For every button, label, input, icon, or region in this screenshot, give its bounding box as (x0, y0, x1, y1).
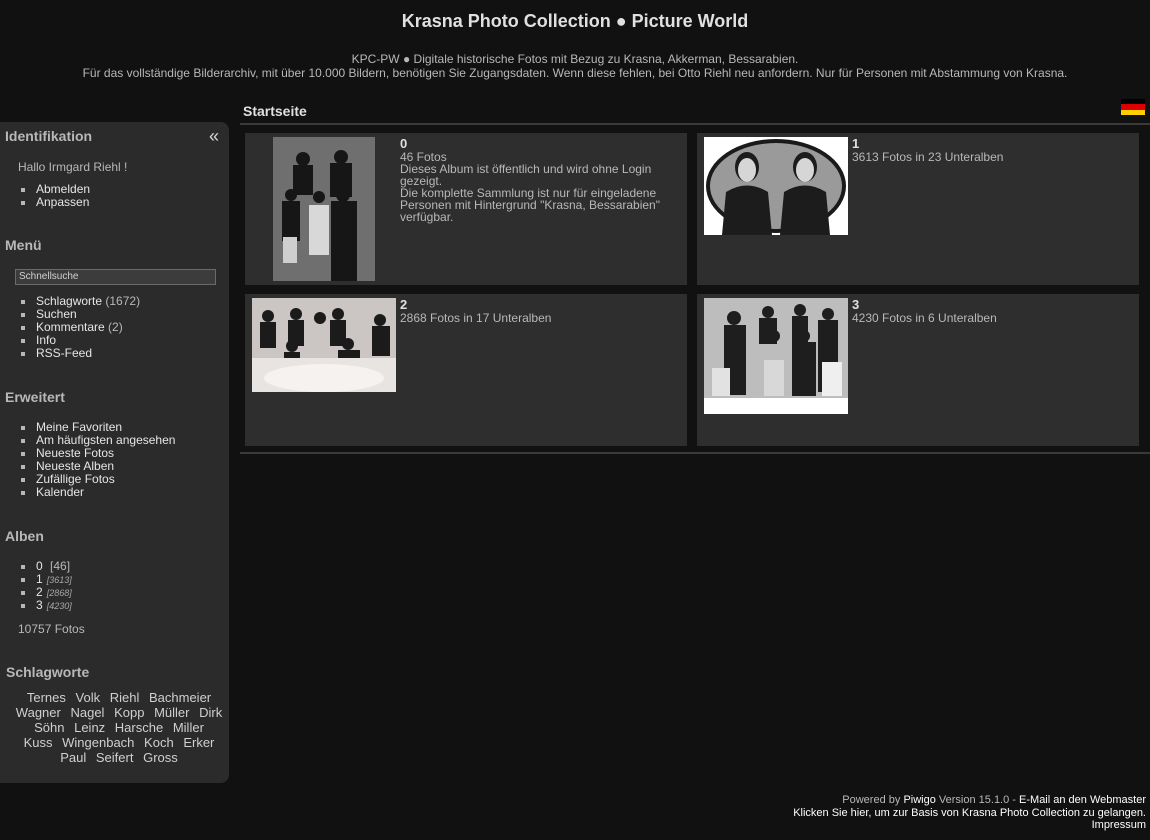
customize-link[interactable]: Anpassen (18, 196, 219, 209)
albums-list: 0 [46] 1 [3613] 2 [2868] 3 [4230] (18, 560, 219, 612)
sidebar-album-2[interactable]: 2 [2868] (18, 586, 219, 599)
album-info-1: 1 3613 Fotos in 23 Unteralben (852, 137, 1004, 164)
impressum-link[interactable]: Impressum (1092, 819, 1146, 831)
album-card-3[interactable]: 3 4230 Fotos in 6 Unteralben (697, 294, 1139, 446)
site-title[interactable]: Krasna Photo Collection ● Picture World (0, 10, 1150, 32)
album-thumbnail-3[interactable] (704, 298, 848, 414)
albums-title[interactable]: Alben (5, 528, 44, 544)
album-info-2: 2 2868 Fotos in 17 Unteralben (400, 298, 552, 325)
tags-title[interactable]: Schlagworte (6, 664, 89, 680)
tag-item[interactable]: Miller (173, 720, 204, 735)
tag-item[interactable]: Leinz (74, 720, 105, 735)
advanced-item-calendar[interactable]: Kalender (18, 486, 219, 499)
album-card-0[interactable]: 0 46 Fotos Dieses Album ist öffentlich u… (245, 133, 687, 285)
album-thumbnail-1[interactable] (704, 137, 848, 235)
advanced-title[interactable]: Erweitert (5, 389, 65, 405)
tag-item[interactable]: Paul (60, 750, 86, 765)
menu-title[interactable]: Menü (5, 237, 42, 253)
album-thumbnail-0[interactable] (273, 137, 375, 281)
content-divider (240, 452, 1150, 454)
album-card-2[interactable]: 2 2868 Fotos in 17 Unteralben (245, 294, 687, 446)
collapse-sidebar-icon[interactable]: « (209, 125, 219, 147)
greeting-text: Hallo Irmgard Riehl ! (18, 160, 128, 174)
tag-item[interactable]: Harsche (115, 720, 163, 735)
footer-powered-line: Powered by Piwigo Version 15.1.0 - E-Mai… (842, 794, 1146, 806)
album-name[interactable]: 1 (852, 137, 1003, 151)
album-photo-count: 3613 Fotos in 23 Unteralben (852, 150, 1004, 164)
piwigo-link[interactable]: Piwigo (903, 794, 935, 806)
tag-item[interactable]: Ternes (27, 690, 66, 705)
album-info-3: 3 4230 Fotos in 6 Unteralben (852, 298, 997, 325)
tag-item[interactable]: Kuss (24, 735, 53, 750)
menu-item-rss[interactable]: RSS-Feed (18, 347, 219, 360)
menu-list: Schlagworte (1672) Suchen Kommentare (2)… (18, 295, 219, 360)
album-description: Dieses Album ist öffentlich und wird ohn… (400, 162, 652, 188)
tag-item[interactable]: Wagner (16, 705, 61, 720)
description-line-2: Für das vollständige Bilderarchiv, mit ü… (82, 66, 1068, 80)
tag-item[interactable]: Volk (76, 690, 101, 705)
album-name[interactable]: 3 (852, 298, 997, 312)
album-thumbnail-2[interactable] (252, 298, 396, 392)
site-description: KPC-PW ● Digitale historische Fotos mit … (0, 52, 1150, 80)
album-photo-count: 2868 Fotos in 17 Unteralben (400, 311, 552, 325)
identification-links: Abmelden Anpassen (18, 183, 219, 209)
advanced-list: Meine Favoriten Am häufigsten angesehen … (18, 421, 219, 499)
webmaster-email-link[interactable]: E-Mail an den Webmaster (1019, 794, 1146, 806)
tag-item[interactable]: Kopp (114, 705, 144, 720)
sidebar: « Identifikation Hallo Irmgard Riehl ! A… (0, 122, 229, 783)
album-photo-count: 4230 Fotos in 6 Unteralben (852, 311, 997, 325)
page-footer: Powered by Piwigo Version 15.1.0 - E-Mai… (793, 794, 1146, 832)
tag-item[interactable]: Nagel (70, 705, 104, 720)
page-header: Krasna Photo Collection ● Picture World … (0, 0, 1150, 80)
tag-item[interactable]: Dirk (199, 705, 222, 720)
sidebar-album-3[interactable]: 3 [4230] (18, 599, 219, 612)
quick-search-input[interactable]: Schnellsuche (15, 269, 216, 285)
description-line-1: KPC-PW ● Digitale historische Fotos mit … (351, 52, 799, 66)
german-flag-icon[interactable] (1121, 99, 1145, 115)
tag-cloud: Ternes Volk Riehl Bachmeier Wagner Nagel… (12, 690, 226, 765)
content-title-bar: Startseite (240, 96, 1150, 125)
page-title[interactable]: Startseite (243, 103, 307, 119)
identification-title[interactable]: Identifikation (5, 128, 92, 144)
tag-item[interactable]: Riehl (110, 690, 140, 705)
tag-item[interactable]: Gross (143, 750, 178, 765)
basis-link[interactable]: Klicken Sie hier, um zur Basis von Krasn… (793, 807, 1146, 819)
albums-total: 10757 Fotos (18, 622, 85, 636)
tag-item[interactable]: Söhn (34, 720, 64, 735)
tag-item[interactable]: Koch (144, 735, 174, 750)
tag-item[interactable]: Seifert (96, 750, 134, 765)
tag-item[interactable]: Erker (183, 735, 214, 750)
tag-item[interactable]: Wingenbach (62, 735, 134, 750)
album-name[interactable]: 0 (400, 137, 687, 151)
album-card-1[interactable]: 1 3613 Fotos in 23 Unteralben (697, 133, 1139, 285)
tag-item[interactable]: Müller (154, 705, 189, 720)
album-info-0: 0 46 Fotos Dieses Album ist öffentlich u… (400, 137, 687, 224)
album-description: verfügbar. (400, 210, 454, 224)
album-name[interactable]: 2 (400, 298, 551, 312)
tag-item[interactable]: Bachmeier (149, 690, 211, 705)
sidebar-album-0[interactable]: 0 [46] (18, 560, 219, 573)
sidebar-album-1[interactable]: 1 [3613] (18, 573, 219, 586)
